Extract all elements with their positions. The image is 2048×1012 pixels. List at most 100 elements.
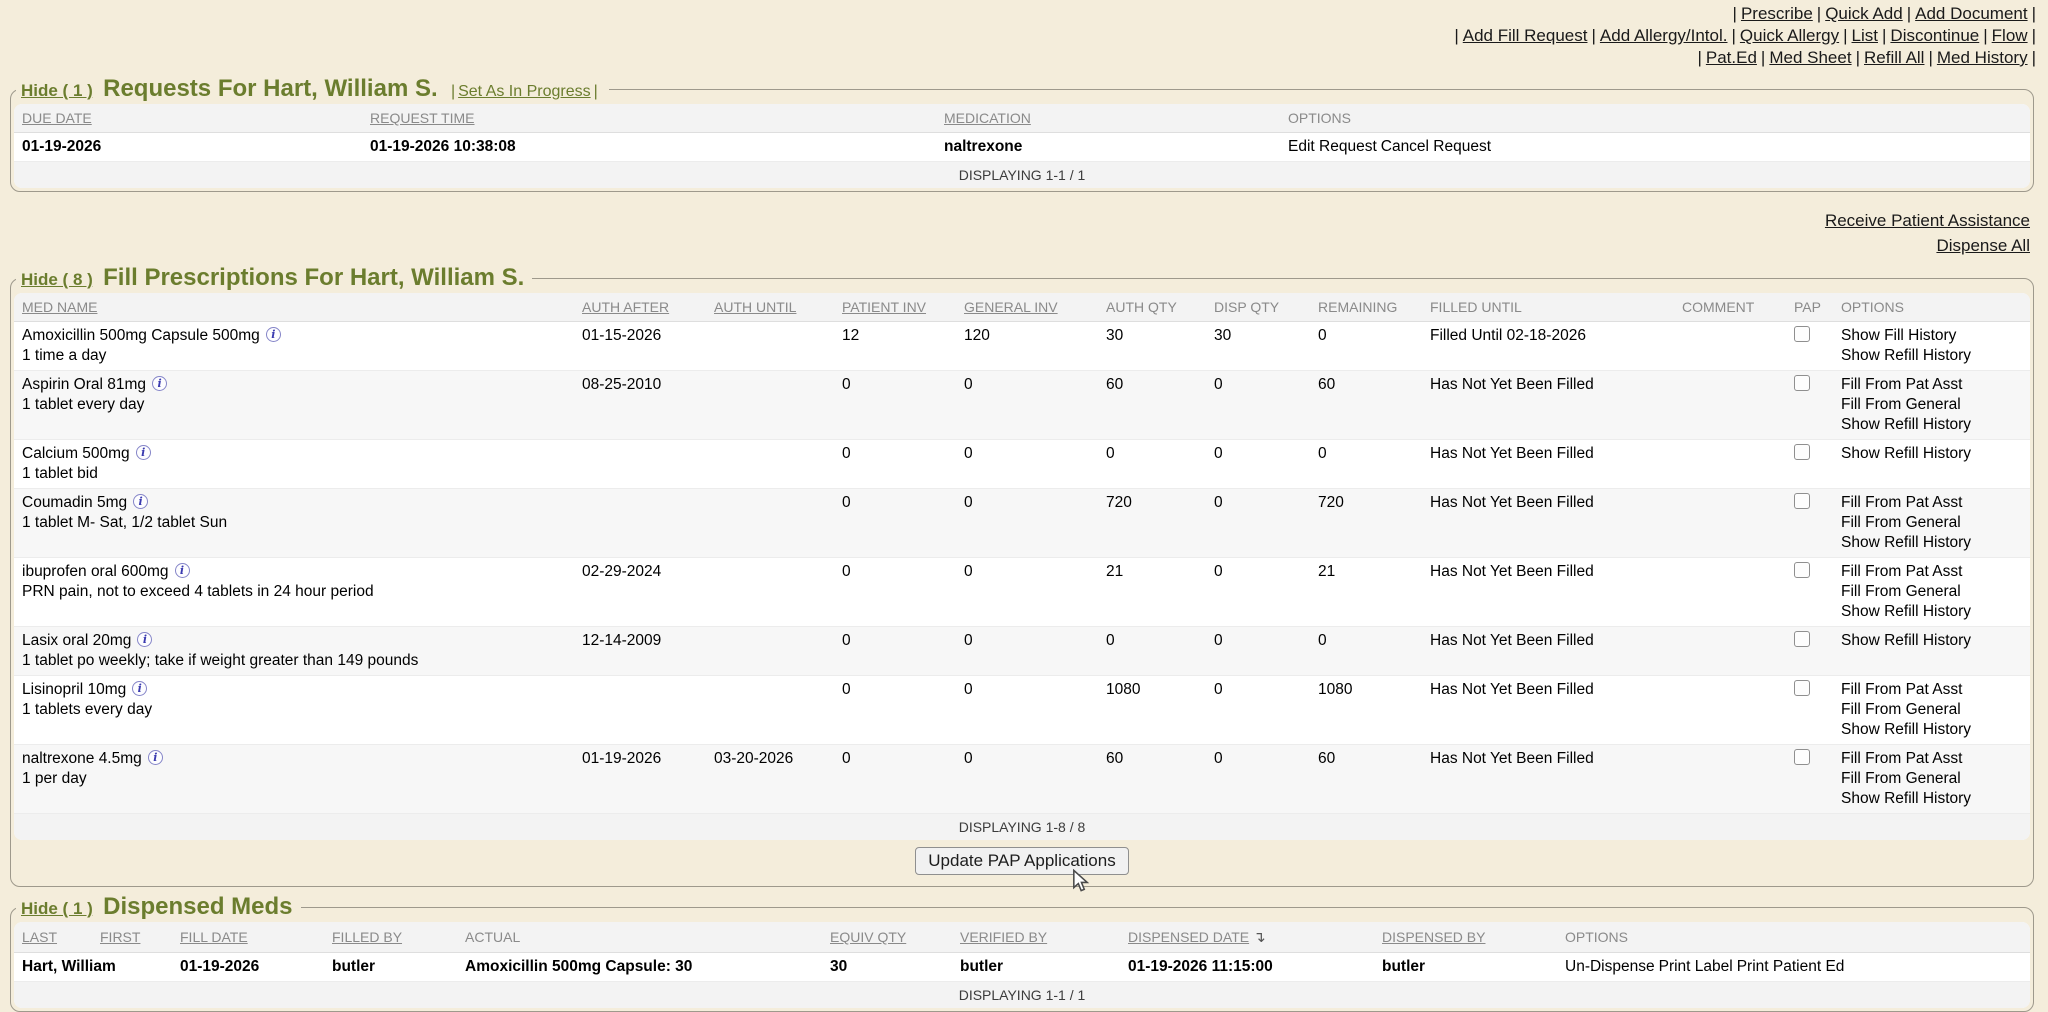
remaining-cell: 0 — [1310, 322, 1422, 371]
option-link[interactable]: Fill From Pat Asst — [1841, 562, 2022, 582]
option-link[interactable]: Fill From General — [1841, 513, 2022, 533]
column-header-medication[interactable]: MEDICATION — [936, 104, 1280, 133]
column-header-auth-after[interactable]: AUTH AFTER — [574, 293, 706, 322]
request-time-cell: 01-19-2026 10:38:08 — [362, 133, 936, 162]
column-header-general-inv[interactable]: GENERAL INV — [956, 293, 1098, 322]
option-link[interactable]: Show Fill History — [1841, 326, 2022, 346]
column-header-verified-by[interactable]: VERIFIED BY — [952, 922, 1120, 953]
un-dispense-link[interactable]: Un-Dispense — [1565, 958, 1655, 975]
nav-link-med-sheet[interactable]: Med Sheet — [1769, 48, 1851, 67]
medication-cell: naltrexone — [936, 133, 1280, 162]
info-icon[interactable]: i — [266, 327, 281, 342]
auth-qty-cell: 60 — [1098, 371, 1206, 440]
column-header-due-date[interactable]: DUE DATE — [14, 104, 362, 133]
column-header-filled-by[interactable]: FILLED BY — [324, 922, 457, 953]
option-link[interactable]: Fill From Pat Asst — [1841, 493, 2022, 513]
column-header-med-name[interactable]: MED NAME — [14, 293, 574, 322]
med-directions: 1 tablet bid — [22, 464, 566, 484]
nav-link-add-allergy-intol[interactable]: Add Allergy/Intol. — [1600, 26, 1728, 45]
option-link[interactable]: Show Refill History — [1841, 533, 2022, 553]
dispensed-hide-link[interactable]: Hide ( 1 ) — [21, 899, 93, 918]
column-header-auth-until[interactable]: AUTH UNTIL — [706, 293, 834, 322]
med-name-cell: Lasix oral 20mgi 1 tablet po weekly; tak… — [14, 627, 574, 676]
info-icon[interactable]: i — [175, 563, 190, 578]
nav-link-add-fill-request[interactable]: Add Fill Request — [1463, 26, 1588, 45]
cancel-request-link[interactable]: Cancel Request — [1381, 138, 1491, 155]
requests-hide-link[interactable]: Hide ( 1 ) — [21, 81, 93, 100]
receive-patient-assistance-link[interactable]: Receive Patient Assistance — [0, 208, 2030, 233]
column-header-dispensed-date[interactable]: DISPENSED DATE↴ — [1120, 922, 1374, 953]
pap-checkbox[interactable] — [1794, 444, 1810, 460]
option-link[interactable]: Show Refill History — [1841, 720, 2022, 740]
column-header-dispensed-by[interactable]: DISPENSED BY — [1374, 922, 1557, 953]
dispensed-meds-table: LAST FIRST FILL DATE FILLED BY ACTUAL EQ… — [14, 922, 2030, 1008]
option-link[interactable]: Show Refill History — [1841, 444, 2022, 464]
edit-request-link[interactable]: Edit Request — [1288, 138, 1377, 155]
option-link[interactable]: Fill From General — [1841, 769, 2022, 789]
column-header-patient-inv[interactable]: PATIENT INV — [834, 293, 956, 322]
nav-link-med-history[interactable]: Med History — [1937, 48, 2028, 67]
option-link[interactable]: Fill From General — [1841, 395, 2022, 415]
auth-after-cell: 01-19-2026 — [574, 745, 706, 814]
print-patient-ed-link[interactable]: Print Patient Ed — [1737, 958, 1845, 975]
nav-link-add-document[interactable]: Add Document — [1915, 4, 2027, 23]
disp-qty-cell: 30 — [1206, 322, 1310, 371]
update-pap-applications-button[interactable]: Update PAP Applications — [915, 847, 1128, 875]
option-link[interactable]: Show Refill History — [1841, 631, 2022, 651]
med-directions: 1 tablet po weekly; take if weight great… — [22, 651, 566, 671]
option-link[interactable]: Fill From Pat Asst — [1841, 375, 2022, 395]
option-link[interactable]: Show Refill History — [1841, 346, 2022, 366]
pap-checkbox[interactable] — [1794, 631, 1810, 647]
set-as-in-progress-link[interactable]: Set As In Progress — [458, 83, 591, 100]
info-icon[interactable]: i — [136, 445, 151, 460]
dispensed-title: Dispensed Meds — [103, 893, 292, 920]
pap-checkbox[interactable] — [1794, 493, 1810, 509]
pap-checkbox[interactable] — [1794, 680, 1810, 696]
med-name-cell: ibuprofen oral 600mgi PRN pain, not to e… — [14, 558, 574, 627]
column-header-first[interactable]: FIRST — [92, 922, 172, 953]
options-cell: Fill From Pat Asst Fill From General Sho… — [1833, 745, 2030, 814]
info-icon[interactable]: i — [132, 681, 147, 696]
column-header-request-time[interactable]: REQUEST TIME — [362, 104, 936, 133]
column-header-fill-date[interactable]: FILL DATE — [172, 922, 324, 953]
fill-prescriptions-table: MED NAME AUTH AFTER AUTH UNTIL PATIENT I… — [14, 293, 2030, 840]
info-icon[interactable]: i — [133, 494, 148, 509]
option-link[interactable]: Show Refill History — [1841, 789, 2022, 809]
separator: | — [1817, 4, 1821, 23]
separator: | — [1454, 26, 1458, 45]
separator: | — [1843, 26, 1847, 45]
nav-link-refill-all[interactable]: Refill All — [1864, 48, 1924, 67]
nav-link-flow[interactable]: Flow — [1992, 26, 2028, 45]
option-link[interactable]: Fill From General — [1841, 700, 2022, 720]
column-header-equiv-qty[interactable]: EQUIV QTY — [822, 922, 952, 953]
nav-link-quick-allergy[interactable]: Quick Allergy — [1740, 26, 1839, 45]
auth-qty-cell: 1080 — [1098, 676, 1206, 745]
requests-title: Requests For Hart, William S. — [103, 75, 438, 102]
pap-checkbox[interactable] — [1794, 326, 1810, 342]
med-directions: PRN pain, not to exceed 4 tablets in 24 … — [22, 582, 566, 602]
option-link[interactable]: Fill From General — [1841, 582, 2022, 602]
info-icon[interactable]: i — [137, 632, 152, 647]
option-link[interactable]: Show Refill History — [1841, 415, 2022, 435]
table-row: naltrexone 4.5mgi 1 per day 01-19-2026 0… — [14, 745, 2030, 814]
nav-link-list[interactable]: List — [1852, 26, 1878, 45]
separator: | — [1733, 4, 1737, 23]
option-link[interactable]: Show Refill History — [1841, 602, 2022, 622]
column-header-last[interactable]: LAST — [14, 922, 92, 953]
print-label-link[interactable]: Print Label — [1659, 958, 1733, 975]
column-header-disp-qty: DISP QTY — [1206, 293, 1310, 322]
top-nav: |Prescribe|Quick Add|Add Document| |Add … — [0, 0, 2048, 69]
nav-link-prescribe[interactable]: Prescribe — [1741, 4, 1813, 23]
pap-checkbox[interactable] — [1794, 749, 1810, 765]
pap-checkbox[interactable] — [1794, 375, 1810, 391]
nav-link-discontinue[interactable]: Discontinue — [1890, 26, 1979, 45]
info-icon[interactable]: i — [148, 750, 163, 765]
pap-checkbox[interactable] — [1794, 562, 1810, 578]
nav-link-pat-ed[interactable]: Pat.Ed — [1706, 48, 1757, 67]
dispense-all-link[interactable]: Dispense All — [0, 233, 2030, 258]
option-link[interactable]: Fill From Pat Asst — [1841, 749, 2022, 769]
info-icon[interactable]: i — [152, 376, 167, 391]
nav-link-quick-add[interactable]: Quick Add — [1825, 4, 1903, 23]
option-link[interactable]: Fill From Pat Asst — [1841, 680, 2022, 700]
fill-hide-link[interactable]: Hide ( 8 ) — [21, 270, 93, 289]
